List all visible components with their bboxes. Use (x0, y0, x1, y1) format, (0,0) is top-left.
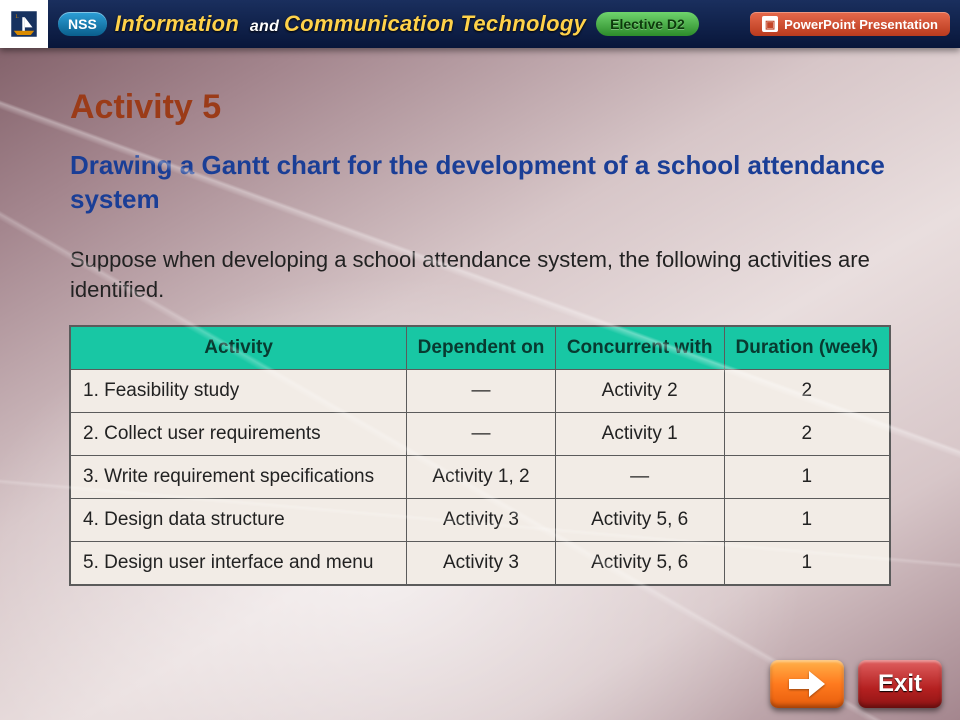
col-dependent: Dependent on (407, 327, 556, 370)
cell-dur: 1 (724, 499, 889, 542)
next-button[interactable] (770, 660, 844, 708)
cell-dur: 2 (724, 370, 889, 413)
table-header-row: Activity Dependent on Concurrent with Du… (71, 327, 890, 370)
slide-heading: Activity 5 (70, 88, 890, 127)
col-concurrent: Concurrent with (555, 327, 724, 370)
cell-conc: — (555, 456, 724, 499)
cell-dep: — (407, 413, 556, 456)
cell-dep: — (407, 370, 556, 413)
footer-buttons: Exit (770, 660, 942, 708)
cell-activity: 1. Feasibility study (71, 370, 407, 413)
cell-conc: Activity 1 (555, 413, 724, 456)
title-word-and: and (245, 18, 284, 35)
slide-content: Activity 5 Drawing a Gantt chart for the… (0, 48, 960, 585)
cell-dep: Activity 3 (407, 542, 556, 585)
slide-lead-text: Suppose when developing a school attenda… (70, 245, 890, 307)
exit-button[interactable]: Exit (858, 660, 942, 708)
arrow-right-icon (787, 667, 827, 701)
col-duration: Duration (week) (724, 327, 889, 370)
cell-dur: 1 (724, 542, 889, 585)
table-row: 4. Design data structure Activity 3 Acti… (71, 499, 890, 542)
cell-activity: 2. Collect user requirements (71, 413, 407, 456)
title-word-information: Information (115, 11, 239, 36)
cell-conc: Activity 5, 6 (555, 499, 724, 542)
powerpoint-badge: ▣ PowerPoint Presentation (750, 12, 950, 36)
cell-dur: 2 (724, 413, 889, 456)
cell-dep: Activity 1, 2 (407, 456, 556, 499)
table-row: 1. Feasibility study — Activity 2 2 (71, 370, 890, 413)
table-row: 2. Collect user requirements — Activity … (71, 413, 890, 456)
col-activity: Activity (71, 327, 407, 370)
cell-activity: 4. Design data structure (71, 499, 407, 542)
table-row: 3. Write requirement specifications Acti… (71, 456, 890, 499)
ship-icon: L (7, 7, 41, 41)
title-word-comm-tech: Communication Technology (284, 11, 586, 36)
table-row: 5. Design user interface and menu Activi… (71, 542, 890, 585)
cell-activity: 5. Design user interface and menu (71, 542, 407, 585)
publisher-logo: L (0, 0, 48, 48)
exit-label: Exit (878, 670, 922, 698)
elective-badge: Elective D2 (596, 12, 699, 36)
powerpoint-label: PowerPoint Presentation (784, 17, 938, 32)
svg-text:L: L (15, 14, 18, 20)
slide-subheading: Drawing a Gantt chart for the developmen… (70, 149, 890, 217)
activities-table: Activity Dependent on Concurrent with Du… (70, 326, 890, 585)
nss-badge: NSS (58, 12, 107, 36)
top-banner: L NSS Information and Communication Tech… (0, 0, 960, 48)
banner-title: Information and Communication Technology (115, 11, 586, 37)
powerpoint-icon: ▣ (762, 16, 778, 32)
cell-conc: Activity 5, 6 (555, 542, 724, 585)
cell-dur: 1 (724, 456, 889, 499)
cell-activity: 3. Write requirement specifications (71, 456, 407, 499)
cell-conc: Activity 2 (555, 370, 724, 413)
cell-dep: Activity 3 (407, 499, 556, 542)
